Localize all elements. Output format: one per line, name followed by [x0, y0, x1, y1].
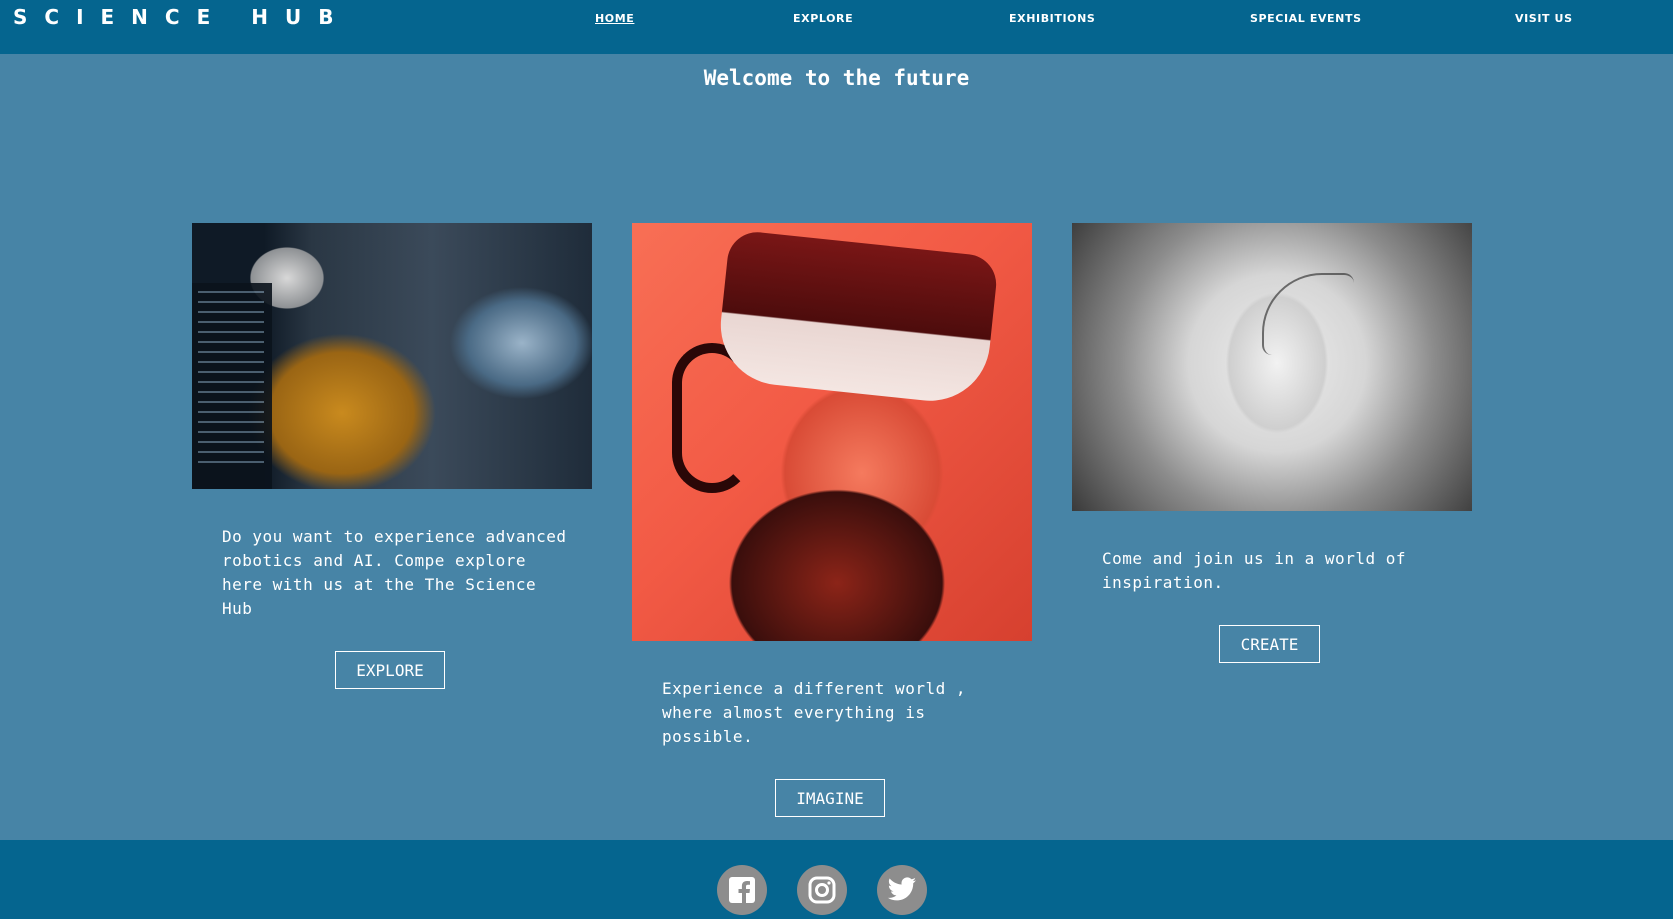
- site-logo[interactable]: SCIENCE HUB: [13, 5, 350, 29]
- card-2-description: Experience a different world , where alm…: [662, 679, 966, 746]
- nav-exhibitions-link[interactable]: EXHIBITIONS: [1009, 12, 1095, 25]
- astronaut-exhibit-image: [192, 223, 592, 489]
- exhibit-info-panel: [192, 283, 272, 489]
- twitter-icon[interactable]: [877, 865, 927, 915]
- nav-visit-us-link[interactable]: VISIT US: [1515, 12, 1573, 25]
- page-heading: Welcome to the future: [703, 66, 970, 90]
- instagram-icon[interactable]: [797, 865, 847, 915]
- nav-home-link[interactable]: HOME: [595, 12, 634, 25]
- phrenology-head-image: [1072, 223, 1472, 511]
- headset-shape: [714, 229, 1000, 407]
- create-button[interactable]: CREATE: [1219, 625, 1320, 663]
- explore-button[interactable]: EXPLORE: [335, 651, 445, 689]
- vr-headset-image: [632, 223, 1032, 641]
- facebook-icon[interactable]: [717, 865, 767, 915]
- nav-explore-link[interactable]: EXPLORE: [793, 12, 853, 25]
- top-navigation-bar: SCIENCE HUB HOME EXPLORE EXHIBITIONS SPE…: [0, 0, 1673, 54]
- card-3-description: Come and join us in a world of inspirati…: [1102, 549, 1406, 592]
- card-1-description: Do you want to experience advanced robot…: [222, 527, 567, 618]
- head-map-lines: [1262, 273, 1354, 355]
- nav-special-events-link[interactable]: SPECIAL EVENTS: [1250, 12, 1362, 25]
- imagine-button[interactable]: IMAGINE: [775, 779, 885, 817]
